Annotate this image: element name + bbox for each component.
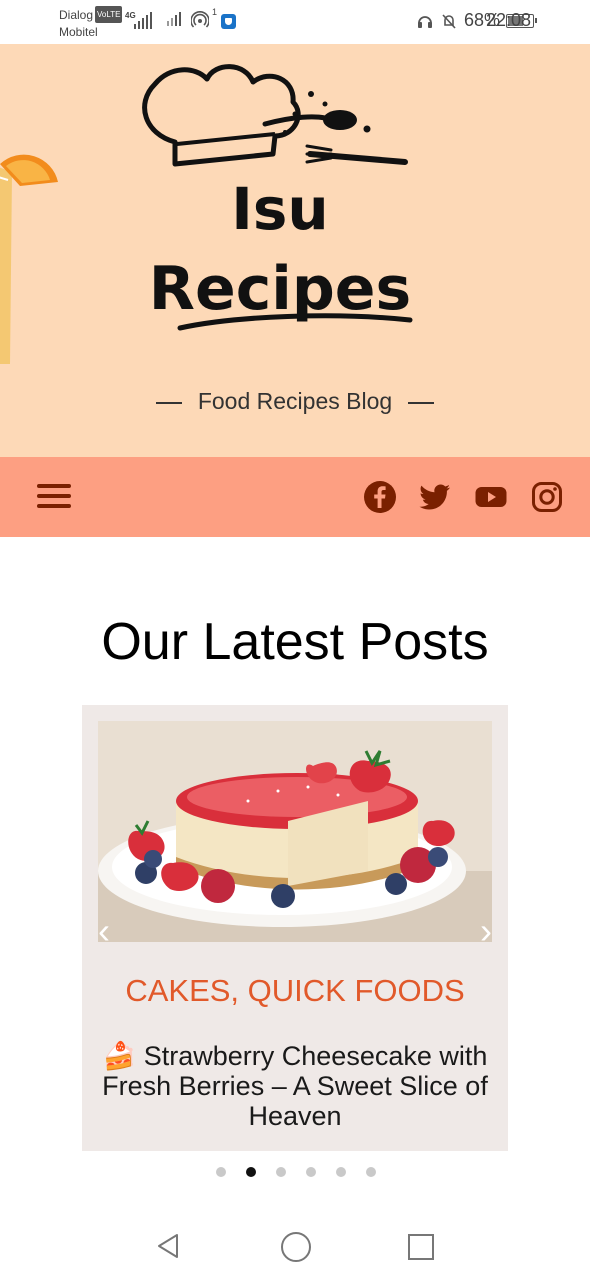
- tagline-dash-right: [408, 401, 435, 404]
- carrier-1: Dialog: [59, 8, 94, 22]
- section-title: Our Latest Posts: [101, 613, 489, 671]
- signal-icon-1: [134, 12, 152, 29]
- carousel-dot[interactable]: [276, 1167, 286, 1177]
- post-title[interactable]: 🍰 Strawberry Cheesecake with Fresh Berri…: [92, 1041, 498, 1131]
- cheesecake-image: [98, 721, 492, 942]
- hotspot-icon: [191, 11, 209, 28]
- hotspot-count: 1: [212, 7, 218, 17]
- shield-icon: [221, 14, 236, 29]
- carrier-2: Mobitel: [59, 25, 98, 39]
- carousel-dot[interactable]: [216, 1167, 226, 1177]
- volte-badge: VoLTE: [95, 6, 123, 23]
- carousel-prev-icon[interactable]: ‹: [98, 906, 118, 942]
- hamburger-icon[interactable]: [37, 484, 71, 512]
- carrier-info: Dialog VoLTE Mobitel: [59, 6, 123, 41]
- instagram-icon[interactable]: [531, 481, 563, 513]
- post-card[interactable]: ‹ › CAKES, QUICK FOODS 🍰 Strawberry Chee…: [82, 705, 508, 1151]
- logo-line-1: Isu: [231, 175, 328, 243]
- carousel-dot[interactable]: [306, 1167, 316, 1177]
- carousel-next-icon[interactable]: ›: [472, 906, 492, 942]
- carousel-dot[interactable]: [336, 1167, 346, 1177]
- back-icon[interactable]: [155, 1232, 183, 1260]
- headphones-icon: [417, 15, 432, 28]
- post-categories[interactable]: CAKES, QUICK FOODS: [82, 973, 508, 1009]
- carousel-dot[interactable]: [246, 1167, 256, 1177]
- carousel-dots: [216, 1167, 376, 1177]
- clock: 22:08: [486, 10, 532, 30]
- site-header: Isu Recipes Food Recipes Blog: [0, 44, 590, 457]
- recents-icon[interactable]: [408, 1234, 434, 1260]
- post-title-text: Strawberry Cheesecake with Fresh Berries…: [102, 1041, 488, 1131]
- home-icon[interactable]: [281, 1232, 311, 1262]
- post-image[interactable]: ‹ ›: [98, 721, 492, 942]
- signal-icon-2: [167, 12, 181, 26]
- twitter-icon[interactable]: [419, 481, 451, 513]
- drink-illustration: [0, 154, 58, 364]
- tagline-dash-left: [155, 401, 182, 404]
- mute-bell-icon: [442, 13, 456, 29]
- site-logo: Isu Recipes: [142, 64, 413, 331]
- facebook-icon[interactable]: [364, 481, 396, 513]
- site-tagline: Food Recipes Blog: [0, 388, 590, 415]
- tagline-text: Food Recipes Blog: [197, 388, 393, 414]
- logo-line-2: Recipes: [149, 254, 411, 324]
- carousel-dot[interactable]: [366, 1167, 376, 1177]
- system-nav-bar: [0, 1212, 590, 1280]
- post-title-emoji: 🍰: [102, 1041, 137, 1071]
- status-bar: Dialog VoLTE Mobitel 4G 1 68% 22:08: [0, 0, 590, 44]
- youtube-icon[interactable]: [475, 481, 507, 513]
